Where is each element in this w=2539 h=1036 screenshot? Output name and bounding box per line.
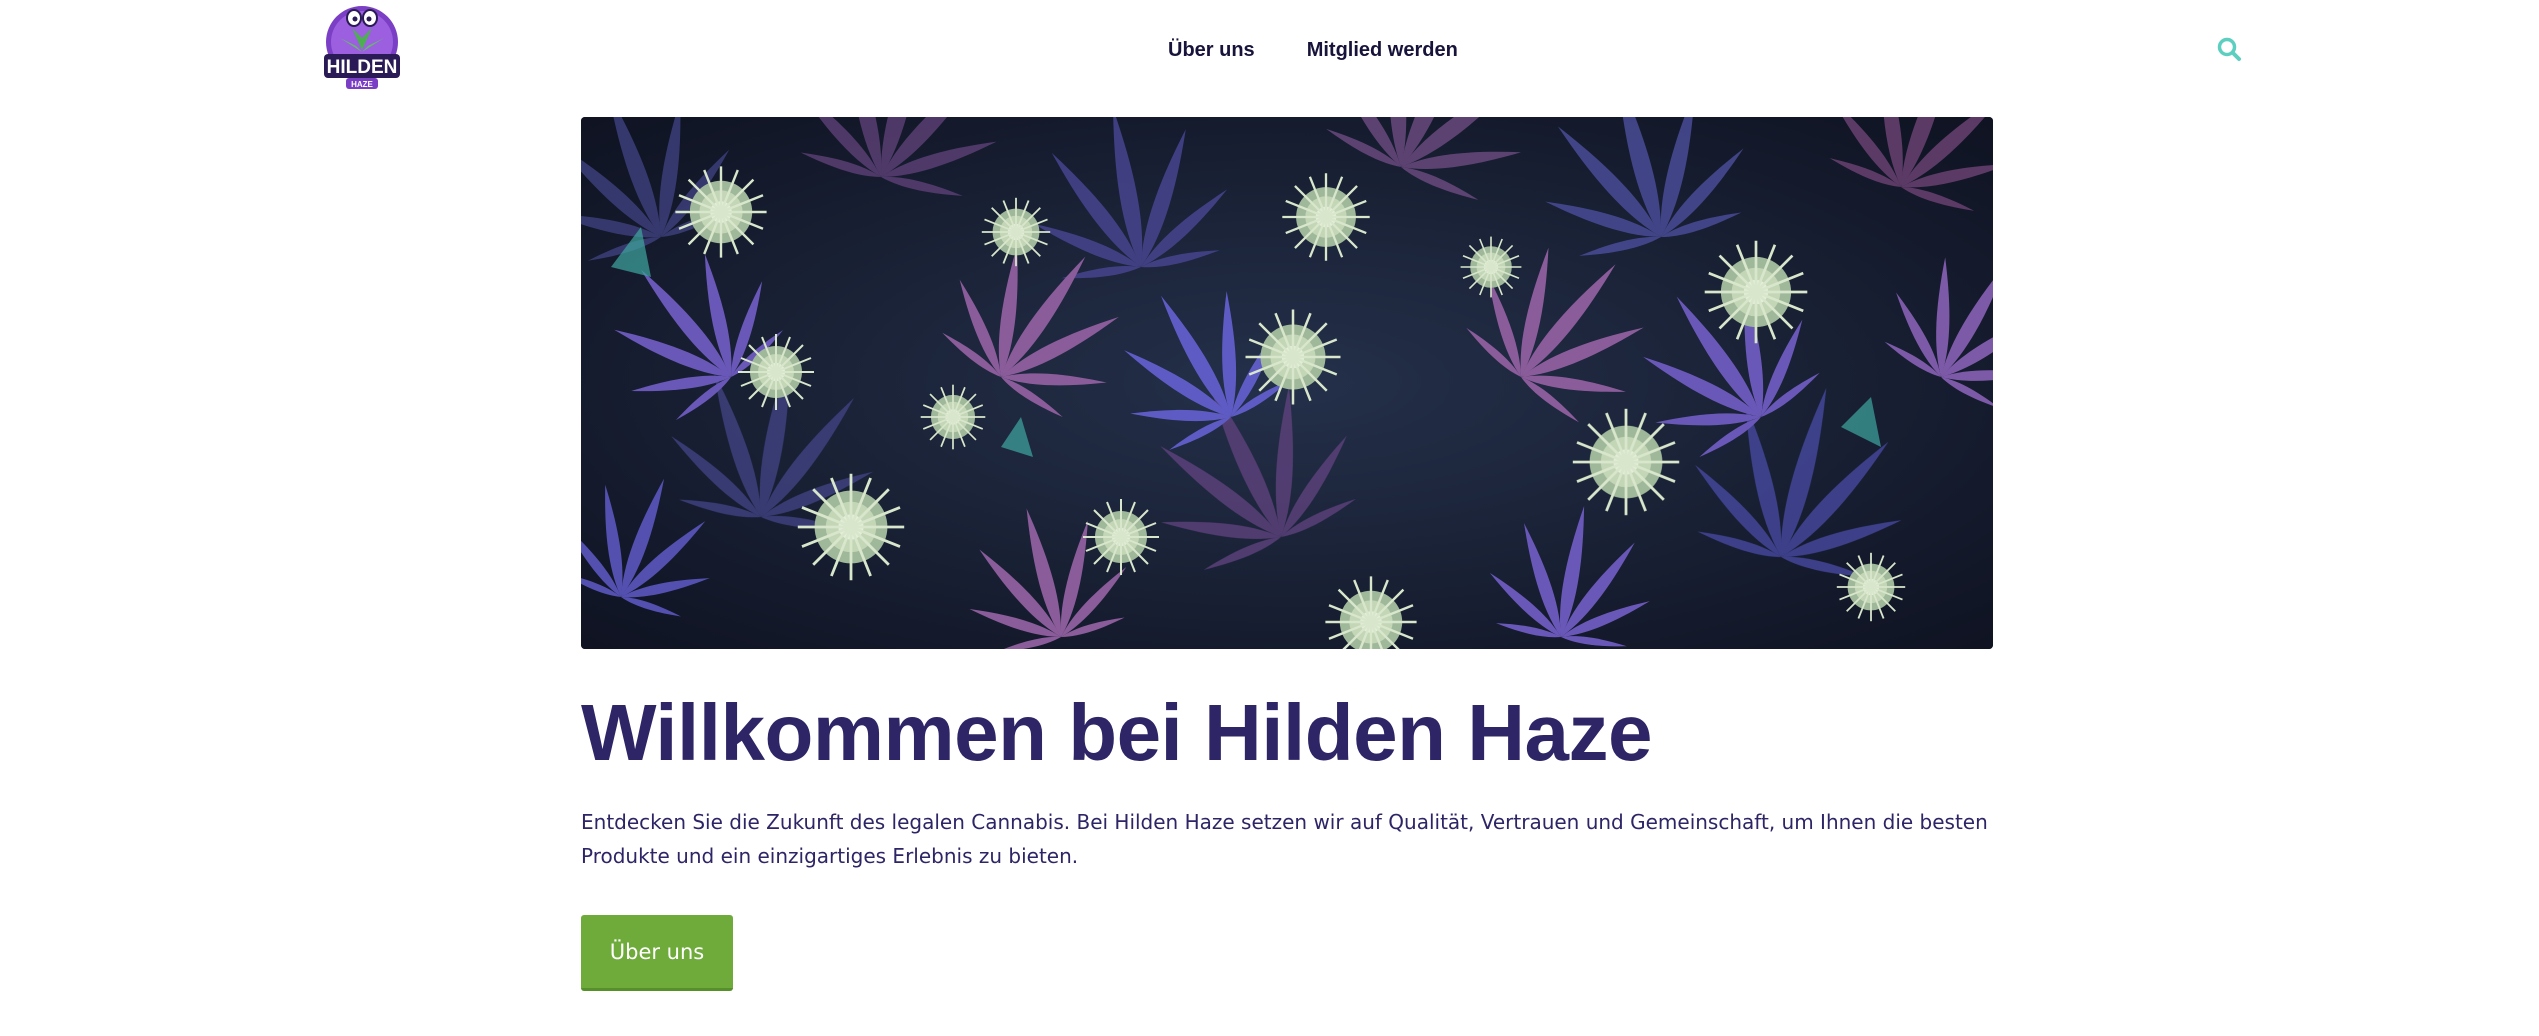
logo-text: HILDEN	[327, 57, 398, 78]
main-nav: Über uns Mitglied werden	[1168, 30, 1458, 70]
search-icon	[2217, 37, 2241, 61]
site-header: HILDEN HAZE Über uns Mitglied werden	[0, 0, 2539, 100]
nav-item-mitglied-werden[interactable]: Mitglied werden	[1307, 39, 1458, 62]
about-us-button[interactable]: Über uns	[581, 915, 733, 991]
hero-illustration	[581, 117, 1993, 649]
search-button[interactable]	[2216, 36, 2242, 62]
site-logo[interactable]: HILDEN HAZE	[322, 2, 402, 92]
page: HILDEN HAZE Über uns Mitglied werden Wil…	[0, 0, 2539, 1036]
hero-image	[581, 117, 1993, 649]
logo-subtext: HAZE	[351, 80, 373, 89]
intro-text: Entdecken Sie die Zukunft des legalen Ca…	[581, 810, 1988, 868]
nav-item-ueber-uns[interactable]: Über uns	[1168, 39, 1255, 62]
page-title: Willkommen bei Hilden Haze	[581, 688, 1652, 777]
logo-mascot-icon: HILDEN HAZE	[324, 6, 400, 89]
